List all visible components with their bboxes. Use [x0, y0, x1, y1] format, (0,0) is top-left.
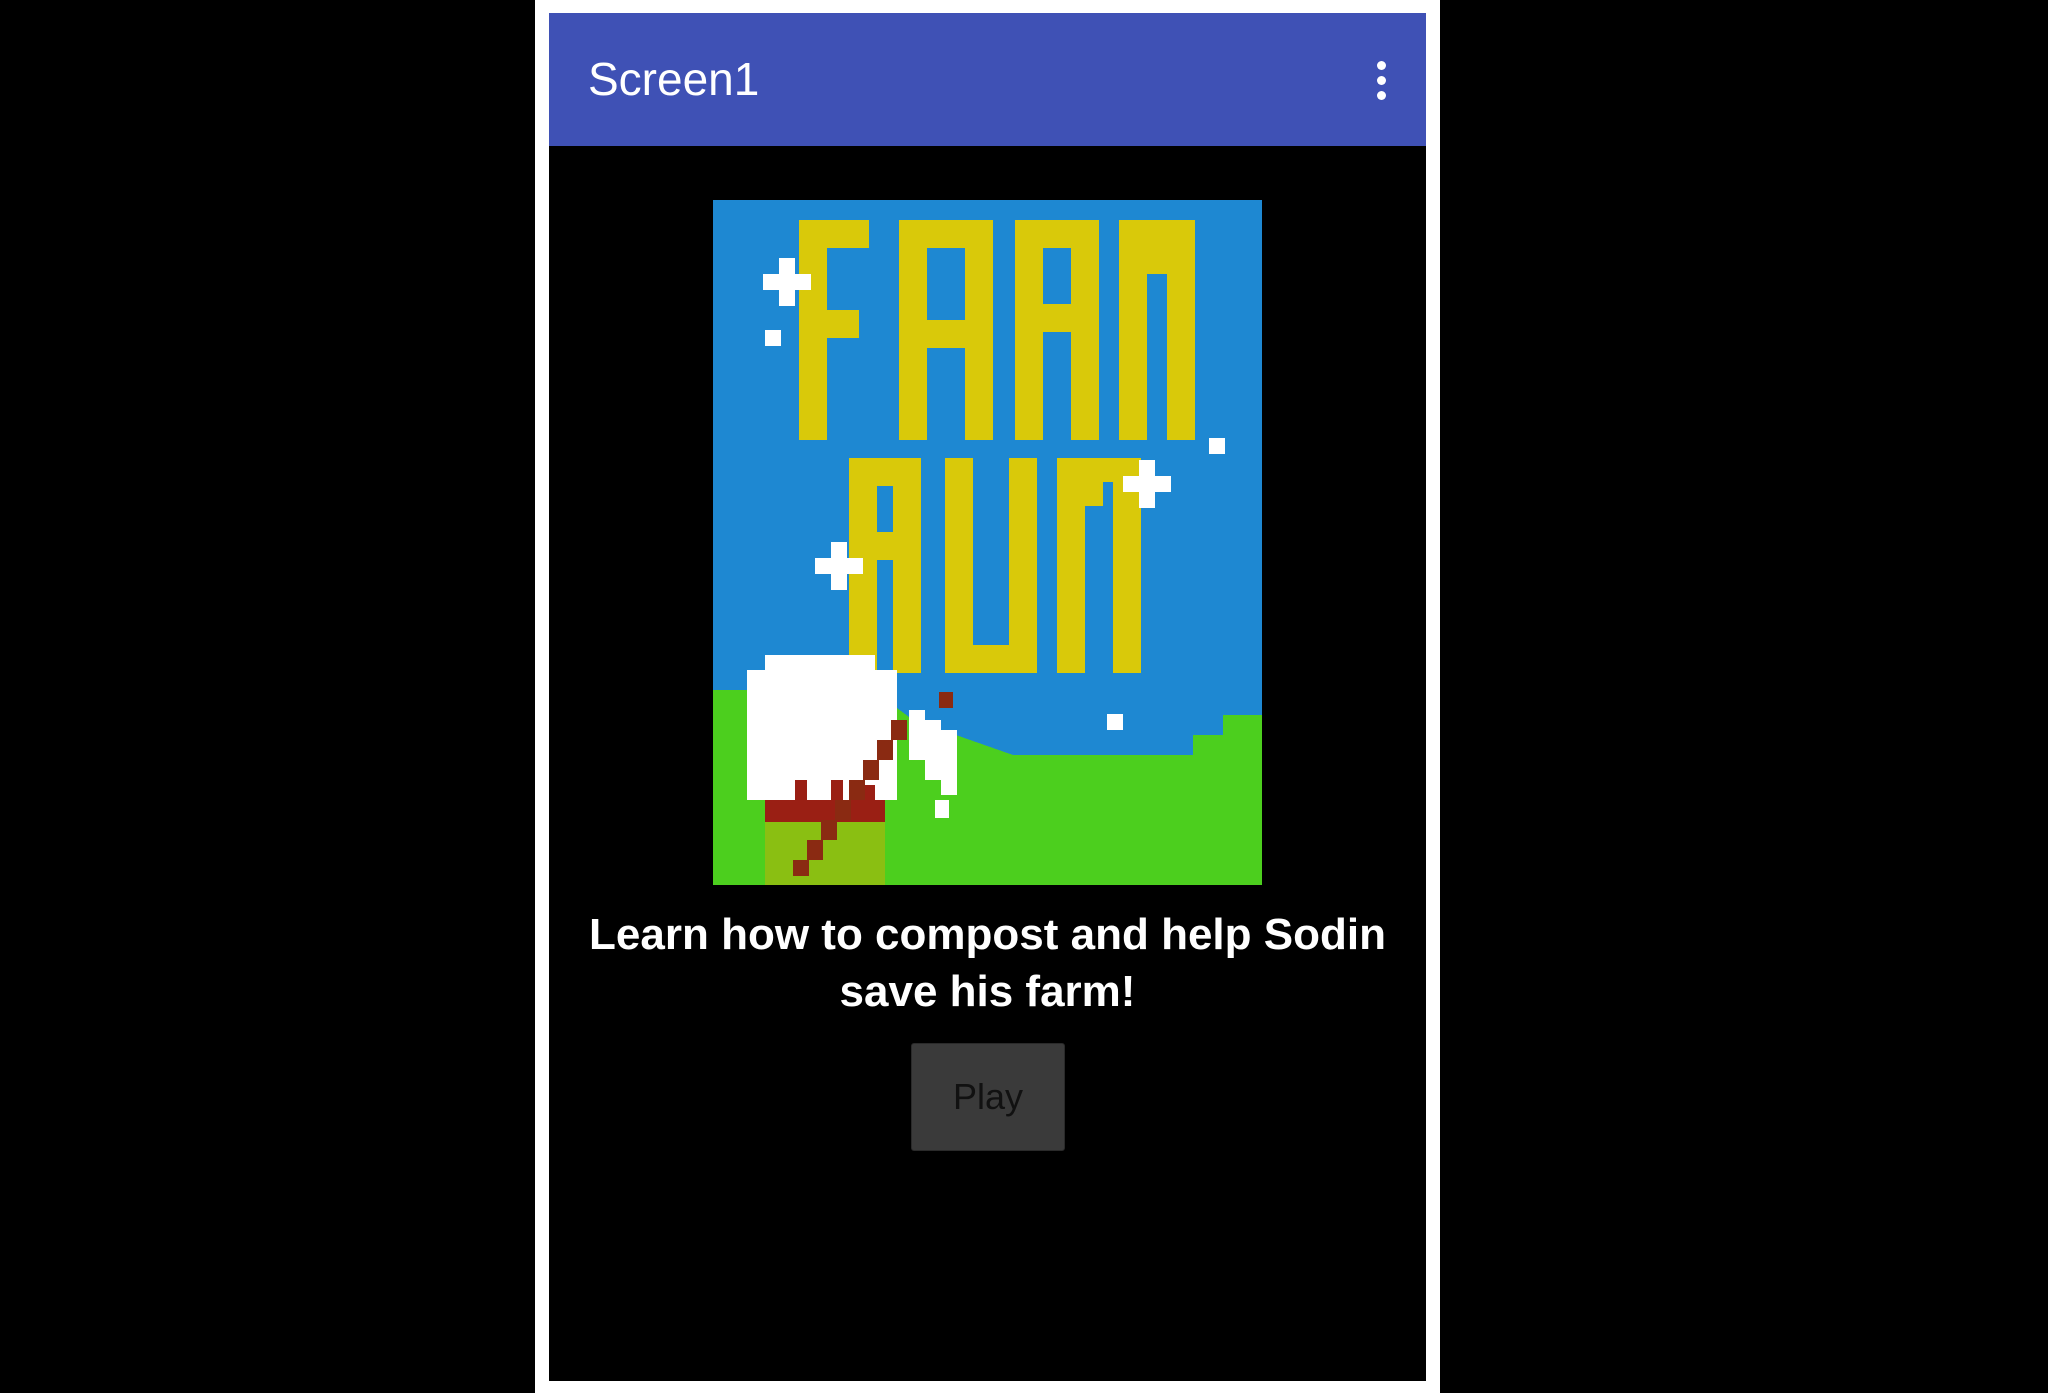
play-button[interactable]: Play	[911, 1043, 1065, 1151]
app-bar: Screen1	[549, 13, 1426, 146]
app-screen: Screen1 Learn how to compost and help So…	[549, 13, 1426, 1381]
app-title: Screen1	[588, 53, 760, 105]
tagline-text: Learn how to compost and help Sodin save…	[589, 910, 1386, 1016]
stage: Screen1 Learn how to compost and help So…	[0, 0, 2048, 1393]
more-vert-icon[interactable]	[1357, 53, 1405, 107]
farm-run-logo-image	[713, 200, 1262, 885]
